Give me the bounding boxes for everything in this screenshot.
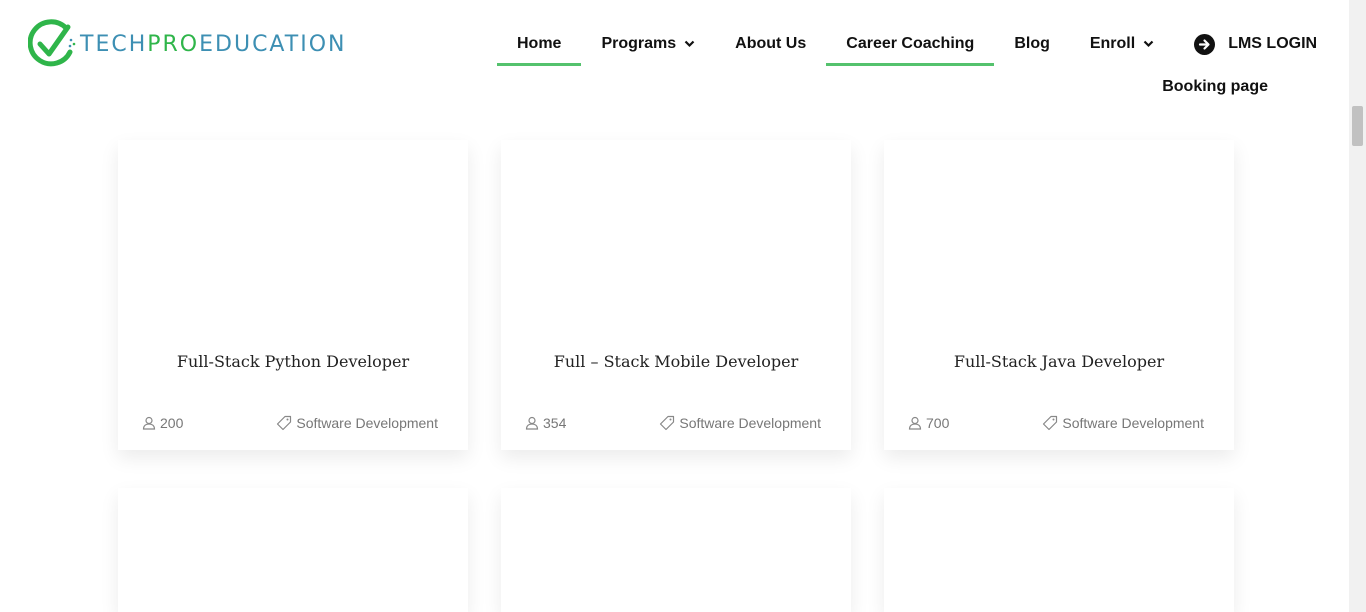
site-header: TECHPROEDUCATION Home Programs About Us … [0,0,1349,130]
course-card[interactable]: Full-Stack Java Developer 700 Software D… [884,140,1234,450]
nav-programs-label: Programs [601,35,677,52]
chevron-down-icon [684,40,695,48]
student-count-value: 700 [926,415,950,431]
student-count: 200 [142,415,183,431]
nav-programs[interactable]: Programs [581,24,715,64]
course-category[interactable]: Software Development [276,415,438,431]
student-count: 700 [908,415,949,431]
site-logo[interactable]: TECHPROEDUCATION [28,18,346,70]
tag-icon [277,415,292,431]
course-category-label: Software Development [1062,415,1204,431]
course-meta: 700 Software Development [908,415,1204,431]
nav-career-coaching-label: Career Coaching [846,35,975,52]
arrow-right-circle-icon [1194,33,1216,55]
booking-page-link[interactable]: Booking page [1162,78,1268,96]
logo-text-pro: PRO [147,31,200,57]
course-meta: 354 Software Development [525,415,821,431]
nav-blog[interactable]: Blog [994,24,1070,64]
course-meta: 200 Software Development [142,415,438,431]
logo-wordmark: TECHPROEDUCATION [80,32,346,57]
course-card[interactable]: Full – Stack Mobile Developer 354 Softwa… [501,140,851,450]
page-scrollbar[interactable] [1349,0,1366,612]
course-title[interactable]: Full – Stack Mobile Developer [501,352,851,371]
user-icon [525,416,539,430]
tag-icon [660,415,675,431]
scrollbar-thumb[interactable] [1352,106,1363,146]
nav-blog-label: Blog [1014,35,1050,52]
chevron-down-icon [1143,40,1154,48]
nav-enroll[interactable]: Enroll [1070,24,1174,64]
student-count-value: 354 [543,415,567,431]
course-card[interactable] [884,488,1234,612]
nav-home[interactable]: Home [497,24,582,66]
checkmark-logo-icon [28,19,76,67]
course-title[interactable]: Full-Stack Python Developer [118,352,468,371]
logo-text-tech: TECH [80,31,148,57]
nav-about-us-label: About Us [735,35,807,52]
nav-home-label: Home [517,35,562,52]
student-count-value: 200 [160,415,184,431]
nav-career-coaching[interactable]: Career Coaching [826,24,995,66]
student-count: 354 [525,415,566,431]
lms-login-label: LMS LOGIN [1228,35,1318,52]
lms-login-button[interactable]: LMS LOGIN [1174,24,1337,64]
course-card[interactable] [501,488,851,612]
course-title[interactable]: Full-Stack Java Developer [884,352,1234,371]
course-category-label: Software Development [679,415,821,431]
user-icon [908,416,922,430]
course-category-label: Software Development [296,415,438,431]
user-icon [142,416,156,430]
logo-text-education: EDUCATION [199,31,347,57]
nav-enroll-label: Enroll [1089,35,1136,52]
course-category[interactable]: Software Development [659,415,821,431]
nav-about-us[interactable]: About Us [715,24,826,64]
main-nav: Home Programs About Us Career Coaching B… [497,24,1337,66]
course-card[interactable] [118,488,468,612]
course-card[interactable]: Full-Stack Python Developer 200 Software… [118,140,468,450]
tag-icon [1043,415,1058,431]
course-category[interactable]: Software Development [1042,415,1204,431]
